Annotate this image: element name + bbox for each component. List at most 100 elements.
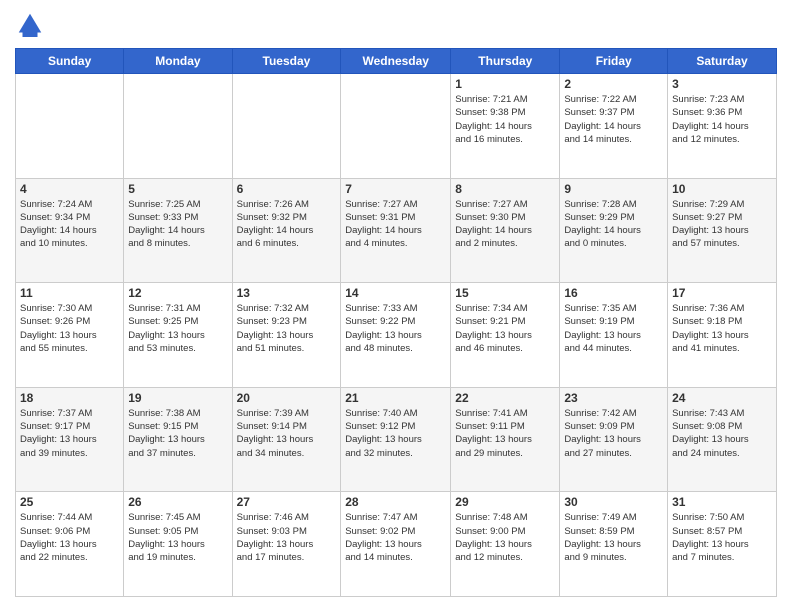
day-cell xyxy=(16,74,124,179)
day-detail: Sunrise: 7:24 AMSunset: 9:34 PMDaylight:… xyxy=(20,198,119,251)
day-detail: Sunrise: 7:25 AMSunset: 9:33 PMDaylight:… xyxy=(128,198,227,251)
day-cell: 9 Sunrise: 7:28 AMSunset: 9:29 PMDaylight… xyxy=(560,178,668,283)
day-detail: Sunrise: 7:30 AMSunset: 9:26 PMDaylight:… xyxy=(20,302,119,355)
day-cell: 22 Sunrise: 7:41 AMSunset: 9:11 PMDayligh… xyxy=(451,387,560,492)
day-cell: 12Sunrise: 7:31 AMSunset: 9:25 PMDayligh… xyxy=(124,283,232,388)
day-header-monday: Monday xyxy=(124,49,232,74)
day-number: 28 xyxy=(345,495,446,509)
day-cell: 2 Sunrise: 7:22 AMSunset: 9:37 PMDaylight… xyxy=(560,74,668,179)
day-cell: 8 Sunrise: 7:27 AMSunset: 9:30 PMDaylight… xyxy=(451,178,560,283)
day-cell: 29 Sunrise: 7:48 AMSunset: 9:00 PMDayligh… xyxy=(451,492,560,597)
day-cell xyxy=(341,74,451,179)
day-number: 20 xyxy=(237,391,337,405)
day-number: 2 xyxy=(564,77,663,91)
day-number: 31 xyxy=(672,495,772,509)
day-cell: 30Sunrise: 7:49 AMSunset: 8:59 PMDayligh… xyxy=(560,492,668,597)
logo xyxy=(15,10,49,40)
day-number: 14 xyxy=(345,286,446,300)
day-cell xyxy=(124,74,232,179)
day-number: 27 xyxy=(237,495,337,509)
day-number: 3 xyxy=(672,77,772,91)
day-cell: 10 Sunrise: 7:29 AMSunset: 9:27 PMDayligh… xyxy=(668,178,777,283)
day-header-wednesday: Wednesday xyxy=(341,49,451,74)
day-cell: 3 Sunrise: 7:23 AMSunset: 9:36 PMDaylight… xyxy=(668,74,777,179)
day-detail: Sunrise: 7:37 AMSunset: 9:17 PMDaylight:… xyxy=(20,407,119,460)
day-number: 24 xyxy=(672,391,772,405)
day-cell: 5 Sunrise: 7:25 AMSunset: 9:33 PMDaylight… xyxy=(124,178,232,283)
day-number: 17 xyxy=(672,286,772,300)
day-number: 6 xyxy=(237,182,337,196)
day-cell: 4 Sunrise: 7:24 AMSunset: 9:34 PMDaylight… xyxy=(16,178,124,283)
day-detail: Sunrise: 7:29 AMSunset: 9:27 PMDaylight:… xyxy=(672,198,772,251)
day-detail: Sunrise: 7:32 AMSunset: 9:23 PMDaylight:… xyxy=(237,302,337,355)
day-header-friday: Friday xyxy=(560,49,668,74)
day-cell: 20Sunrise: 7:39 AMSunset: 9:14 PMDayligh… xyxy=(232,387,341,492)
day-cell: 19 Sunrise: 7:38 AMSunset: 9:15 PMDayligh… xyxy=(124,387,232,492)
day-detail: Sunrise: 7:35 AMSunset: 9:19 PMDaylight:… xyxy=(564,302,663,355)
calendar-header: SundayMondayTuesdayWednesdayThursdayFrid… xyxy=(16,49,777,74)
day-number: 21 xyxy=(345,391,446,405)
day-detail: Sunrise: 7:44 AMSunset: 9:06 PMDaylight:… xyxy=(20,511,119,564)
day-cell: 7Sunrise: 7:27 AMSunset: 9:31 PMDaylight… xyxy=(341,178,451,283)
day-number: 1 xyxy=(455,77,555,91)
day-detail: Sunrise: 7:41 AMSunset: 9:11 PMDaylight:… xyxy=(455,407,555,460)
week-row-5: 25 Sunrise: 7:44 AMSunset: 9:06 PMDayligh… xyxy=(16,492,777,597)
day-number: 26 xyxy=(128,495,227,509)
day-detail: Sunrise: 7:28 AMSunset: 9:29 PMDaylight:… xyxy=(564,198,663,251)
day-cell: 6Sunrise: 7:26 AMSunset: 9:32 PMDaylight… xyxy=(232,178,341,283)
day-cell: 15Sunrise: 7:34 AMSunset: 9:21 PMDayligh… xyxy=(451,283,560,388)
day-detail: Sunrise: 7:50 AMSunset: 8:57 PMDaylight:… xyxy=(672,511,772,564)
day-number: 16 xyxy=(564,286,663,300)
day-header-tuesday: Tuesday xyxy=(232,49,341,74)
day-cell: 14Sunrise: 7:33 AMSunset: 9:22 PMDayligh… xyxy=(341,283,451,388)
day-number: 22 xyxy=(455,391,555,405)
day-number: 8 xyxy=(455,182,555,196)
day-cell: 21 Sunrise: 7:40 AMSunset: 9:12 PMDayligh… xyxy=(341,387,451,492)
day-detail: Sunrise: 7:23 AMSunset: 9:36 PMDaylight:… xyxy=(672,93,772,146)
day-detail: Sunrise: 7:47 AMSunset: 9:02 PMDaylight:… xyxy=(345,511,446,564)
week-row-3: 11Sunrise: 7:30 AMSunset: 9:26 PMDayligh… xyxy=(16,283,777,388)
day-detail: Sunrise: 7:27 AMSunset: 9:31 PMDaylight:… xyxy=(345,198,446,251)
day-detail: Sunrise: 7:21 AMSunset: 9:38 PMDaylight:… xyxy=(455,93,555,146)
day-number: 23 xyxy=(564,391,663,405)
day-number: 25 xyxy=(20,495,119,509)
day-number: 10 xyxy=(672,182,772,196)
day-number: 9 xyxy=(564,182,663,196)
day-cell: 28 Sunrise: 7:47 AMSunset: 9:02 PMDayligh… xyxy=(341,492,451,597)
day-number: 13 xyxy=(237,286,337,300)
day-cell: 17Sunrise: 7:36 AMSunset: 9:18 PMDayligh… xyxy=(668,283,777,388)
day-cell: 1 Sunrise: 7:21 AMSunset: 9:38 PMDaylight… xyxy=(451,74,560,179)
day-cell: 24 Sunrise: 7:43 AMSunset: 9:08 PMDayligh… xyxy=(668,387,777,492)
day-cell: 16 Sunrise: 7:35 AMSunset: 9:19 PMDayligh… xyxy=(560,283,668,388)
day-detail: Sunrise: 7:27 AMSunset: 9:30 PMDaylight:… xyxy=(455,198,555,251)
day-cell: 23 Sunrise: 7:42 AMSunset: 9:09 PMDayligh… xyxy=(560,387,668,492)
day-cell: 27 Sunrise: 7:46 AMSunset: 9:03 PMDayligh… xyxy=(232,492,341,597)
day-cell: 26 Sunrise: 7:45 AMSunset: 9:05 PMDayligh… xyxy=(124,492,232,597)
day-number: 4 xyxy=(20,182,119,196)
day-header-saturday: Saturday xyxy=(668,49,777,74)
page: SundayMondayTuesdayWednesdayThursdayFrid… xyxy=(0,0,792,612)
day-cell: 18 Sunrise: 7:37 AMSunset: 9:17 PMDayligh… xyxy=(16,387,124,492)
day-detail: Sunrise: 7:38 AMSunset: 9:15 PMDaylight:… xyxy=(128,407,227,460)
day-detail: Sunrise: 7:22 AMSunset: 9:37 PMDaylight:… xyxy=(564,93,663,146)
day-number: 18 xyxy=(20,391,119,405)
day-number: 19 xyxy=(128,391,227,405)
day-detail: Sunrise: 7:31 AMSunset: 9:25 PMDaylight:… xyxy=(128,302,227,355)
day-number: 5 xyxy=(128,182,227,196)
day-number: 30 xyxy=(564,495,663,509)
day-detail: Sunrise: 7:42 AMSunset: 9:09 PMDaylight:… xyxy=(564,407,663,460)
logo-icon xyxy=(15,10,45,40)
day-header-thursday: Thursday xyxy=(451,49,560,74)
day-detail: Sunrise: 7:43 AMSunset: 9:08 PMDaylight:… xyxy=(672,407,772,460)
day-header-sunday: Sunday xyxy=(16,49,124,74)
day-detail: Sunrise: 7:45 AMSunset: 9:05 PMDaylight:… xyxy=(128,511,227,564)
day-cell: 25 Sunrise: 7:44 AMSunset: 9:06 PMDayligh… xyxy=(16,492,124,597)
day-cell: 31 Sunrise: 7:50 AMSunset: 8:57 PMDayligh… xyxy=(668,492,777,597)
day-cell: 13 Sunrise: 7:32 AMSunset: 9:23 PMDayligh… xyxy=(232,283,341,388)
day-number: 29 xyxy=(455,495,555,509)
day-number: 15 xyxy=(455,286,555,300)
week-row-1: 1 Sunrise: 7:21 AMSunset: 9:38 PMDaylight… xyxy=(16,74,777,179)
day-detail: Sunrise: 7:46 AMSunset: 9:03 PMDaylight:… xyxy=(237,511,337,564)
day-detail: Sunrise: 7:40 AMSunset: 9:12 PMDaylight:… xyxy=(345,407,446,460)
day-detail: Sunrise: 7:48 AMSunset: 9:00 PMDaylight:… xyxy=(455,511,555,564)
